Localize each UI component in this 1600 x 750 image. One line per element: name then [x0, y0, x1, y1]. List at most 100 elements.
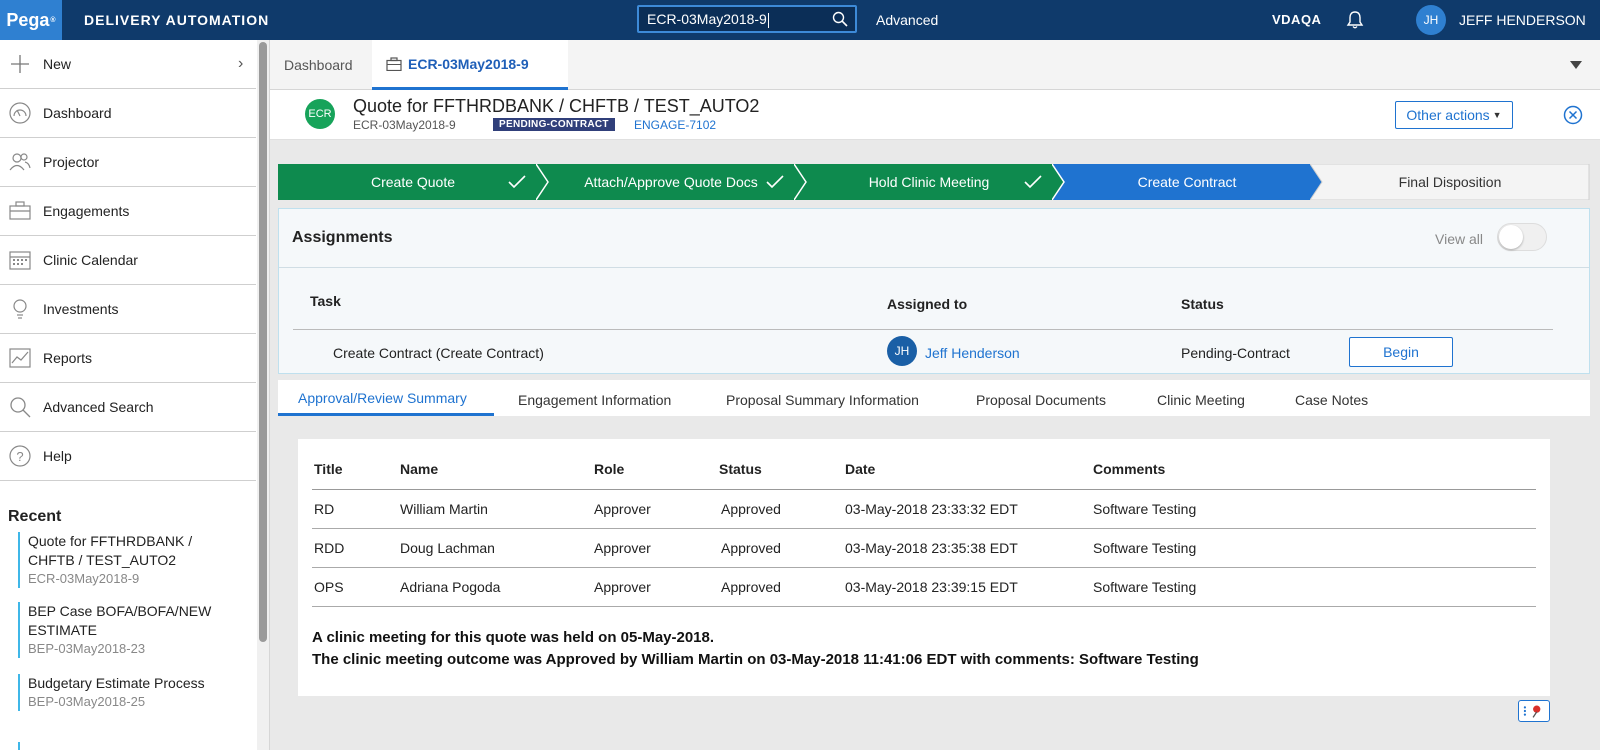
plus-icon	[11, 55, 29, 73]
sidebar-item-investments[interactable]: Investments	[0, 285, 256, 334]
sidebar-item-new[interactable]: New ›	[0, 40, 256, 89]
chart-icon	[9, 348, 31, 368]
tab-proposal-documents[interactable]: Proposal Documents	[976, 392, 1106, 408]
user-avatar[interactable]: JH	[1416, 5, 1446, 35]
sidebar-item-label: Clinic Calendar	[43, 252, 138, 268]
stage-label: Create Contract	[1137, 174, 1237, 190]
approval-name: William Martin	[400, 501, 488, 517]
other-actions-button[interactable]: Other actions ▼	[1395, 101, 1513, 129]
engagement-link[interactable]: ENGAGE-7102	[634, 118, 716, 132]
column-header-assigned-to: Assigned to	[887, 296, 968, 312]
scrollbar-thumb[interactable]	[259, 42, 267, 642]
recent-item-title: Quote for FFTHRDBANK / CHFTB / TEST_AUTO…	[28, 533, 193, 568]
recent-item-id: BEP-03May2018-25	[28, 694, 146, 709]
assignments-heading: Assignments	[292, 229, 393, 246]
check-icon	[766, 175, 784, 189]
other-actions-label: Other actions	[1406, 107, 1490, 123]
sidebar-scrollbar[interactable]	[257, 40, 269, 750]
task-name[interactable]: Create Contract (Create Contract)	[333, 345, 544, 361]
help-icon: ?	[9, 445, 31, 467]
approval-status: Approved	[721, 579, 781, 595]
sidebar-item-projector[interactable]: Projector	[0, 138, 256, 187]
stage-create-contract[interactable]: Create Contract	[1052, 164, 1322, 200]
case-header: ECR Quote for FFTHRDBANK / CHFTB / TEST_…	[270, 90, 1600, 140]
tab-engagement-information[interactable]: Engagement Information	[518, 392, 671, 408]
user-name[interactable]: JEFF HENDERSON	[1459, 12, 1586, 28]
stage-attach-approve-quote-docs[interactable]: Attach/Approve Quote Docs	[536, 164, 806, 200]
recent-item[interactable]: BEP Case BOFA/BOFA/NEW ESTIMATE BEP-03Ma…	[18, 602, 238, 658]
top-bar: Pega ® DELIVERY AUTOMATION ECR-03May2018-…	[0, 0, 1600, 40]
pin-icon[interactable]	[1518, 700, 1550, 722]
chevron-right-icon: ›	[238, 55, 244, 72]
check-icon	[1024, 175, 1042, 189]
caret-down-icon: ▼	[1492, 110, 1502, 120]
sidebar-item-reports[interactable]: Reports	[0, 334, 256, 383]
approval-name: Doug Lachman	[400, 540, 495, 556]
svg-text:?: ?	[16, 449, 23, 464]
search-icon	[10, 397, 31, 418]
chevron-down-icon[interactable]	[1568, 58, 1584, 72]
approval-date: 03-May-2018 23:35:38 EDT	[845, 540, 1018, 556]
status-badge: PENDING-CONTRACT	[493, 118, 615, 131]
pega-logo[interactable]: Pega ®	[0, 0, 62, 40]
stage-hold-clinic-meeting[interactable]: Hold Clinic Meeting	[794, 164, 1064, 200]
approval-title: OPS	[314, 579, 344, 595]
tab-case-notes[interactable]: Case Notes	[1295, 392, 1368, 408]
column-header-comments: Comments	[1093, 461, 1166, 477]
assignments-panel: Assignments View all Task Assigned to St…	[278, 208, 1590, 374]
tab-case[interactable]: ECR-03May2018-9	[372, 40, 568, 90]
tab-proposal-summary-information[interactable]: Proposal Summary Information	[726, 392, 919, 408]
sidebar-item-label: Investments	[43, 301, 119, 317]
divider	[293, 329, 1553, 330]
bell-icon[interactable]	[1346, 10, 1364, 30]
active-tab-indicator	[278, 413, 494, 416]
divider	[312, 606, 1536, 607]
close-icon[interactable]	[1563, 105, 1583, 125]
sidebar-item-label: Dashboard	[43, 105, 112, 121]
sidebar-item-label: Projector	[43, 154, 100, 170]
search-input[interactable]: ECR-03May2018-9	[637, 5, 857, 33]
search-icon[interactable]	[832, 11, 848, 27]
begin-button[interactable]: Begin	[1349, 337, 1453, 367]
briefcase-icon	[386, 56, 402, 71]
view-all-toggle[interactable]	[1497, 223, 1547, 251]
tab-label: Dashboard	[284, 57, 353, 73]
approval-status: Approved	[721, 540, 781, 556]
recent-heading: Recent	[8, 508, 62, 525]
sidebar-item-advanced-search[interactable]: Advanced Search	[0, 383, 256, 432]
tab-approval-review-summary[interactable]: Approval/Review Summary	[298, 390, 467, 406]
column-header-role: Role	[594, 461, 625, 477]
sidebar-item-label: Engagements	[43, 203, 130, 219]
divider	[279, 267, 1589, 268]
lightbulb-icon	[13, 299, 27, 319]
divider	[312, 489, 1536, 490]
stage-label: Attach/Approve Quote Docs	[584, 174, 758, 190]
approval-role: Approver	[594, 501, 651, 517]
sidebar-item-clinic-calendar[interactable]: Clinic Calendar	[0, 236, 256, 285]
tab-strip: Dashboard ECR-03May2018-9	[270, 40, 1600, 90]
sidebar-item-dashboard[interactable]: Dashboard	[0, 89, 256, 138]
assignee-link[interactable]: Jeff Henderson	[925, 345, 1020, 361]
app-title: DELIVERY AUTOMATION	[84, 12, 270, 28]
column-header-task: Task	[310, 293, 341, 309]
avatar: JH	[887, 336, 917, 366]
tab-label: ECR-03May2018-9	[408, 55, 529, 72]
tab-clinic-meeting[interactable]: Clinic Meeting	[1157, 392, 1245, 408]
sidebar-item-help[interactable]: ? Help	[0, 432, 256, 481]
approval-date: 03-May-2018 23:33:32 EDT	[845, 501, 1018, 517]
divider	[312, 528, 1536, 529]
stage-create-quote[interactable]: Create Quote	[278, 164, 548, 200]
sidebar-item-engagements[interactable]: Engagements	[0, 187, 256, 236]
stage-final-disposition[interactable]: Final Disposition	[1310, 164, 1590, 200]
stage-label: Create Quote	[370, 174, 456, 190]
recent-item-id: BEP-03May2018-23	[28, 641, 146, 656]
advanced-search-link[interactable]: Advanced	[876, 12, 938, 28]
recent-item[interactable]: Budgetary Estimate Process BEP-03May2018…	[18, 674, 238, 711]
recent-item[interactable]: Quote for FFTHRDBANK / CHFTB / TEST_AUTO…	[18, 532, 238, 588]
clinic-meeting-outcome: The clinic meeting outcome was Approved …	[312, 651, 1199, 668]
recent-item[interactable]	[18, 742, 238, 750]
approval-date: 03-May-2018 23:39:15 EDT	[845, 579, 1018, 595]
tab-dashboard[interactable]: Dashboard	[270, 40, 372, 90]
approval-comments: Software Testing	[1093, 540, 1197, 556]
case-subtabs: Approval/Review Summary Engagement Infor…	[278, 380, 1590, 416]
